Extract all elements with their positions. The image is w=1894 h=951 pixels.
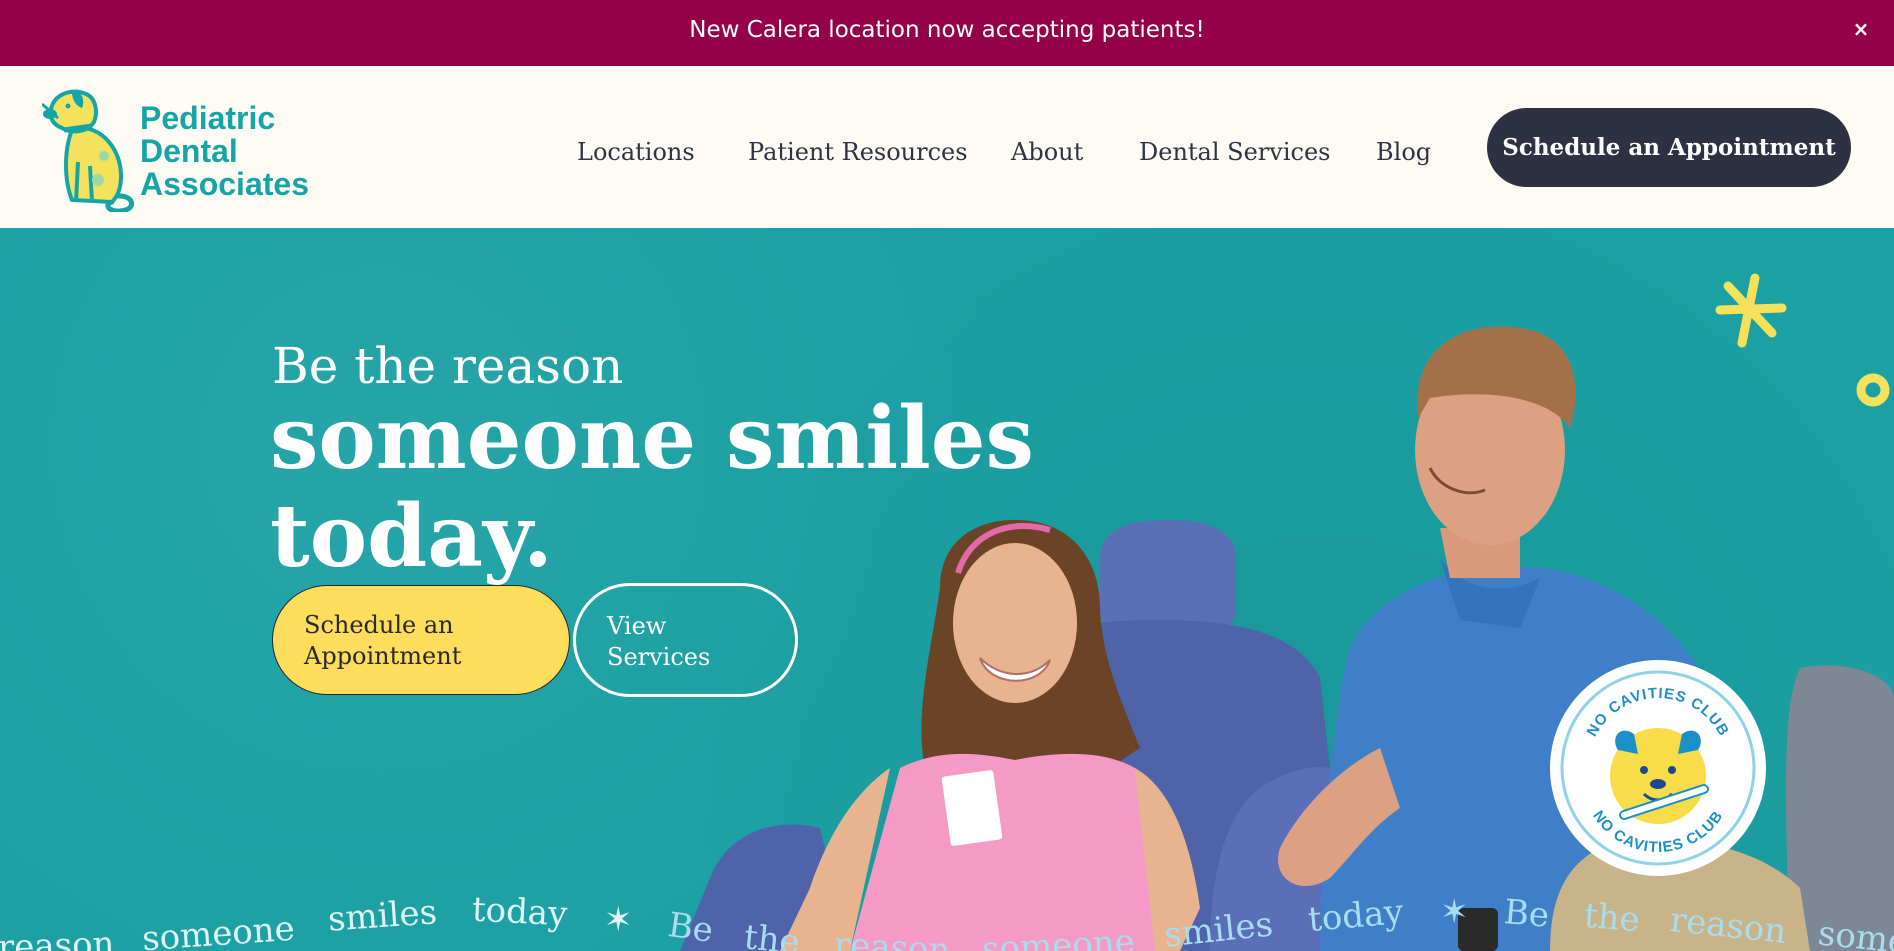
hero-headline: someone smiles today. [270,388,1034,587]
marquee-word: someone [981,922,1136,951]
no-cavities-club-badge: NO CAVITIES CLUB NO CAVITIES CLUB [1550,660,1766,876]
announcement-text: New Calera location now accepting patien… [689,17,1205,43]
marquee-word: smiles [1162,904,1275,951]
dog-logo-icon [42,89,134,212]
close-icon[interactable]: × [1846,14,1876,44]
marquee-word: today [1306,891,1405,941]
hero-marquee: reason someone smiles today ✶ Be the rea… [0,848,1894,951]
marquee-word: the [1582,895,1642,941]
marquee-word: the [742,917,802,951]
headline-line-2: today. [270,486,553,587]
logo-wordmark: Pediatric Dental Associates [140,102,309,201]
nav-item-about[interactable]: About [1011,132,1083,172]
logo-line-1: Pediatric [140,100,276,136]
marquee-word: reason [0,923,116,951]
hero-eyebrow: Be the reason [272,337,624,395]
hero-section: Be the reason someone smiles today. Sche… [0,228,1894,951]
nav-item-blog[interactable]: Blog [1376,132,1431,172]
view-services-button[interactable]: View Services [573,583,798,697]
marquee-word: reason [833,924,952,951]
marquee-word: ✶ [1440,892,1469,932]
primary-button-line-2: Appointment [304,642,462,670]
headline-line-1: someone smiles [270,388,1034,489]
schedule-appointment-button[interactable]: Schedule an Appointment [1487,108,1851,187]
logo-line-3: Associates [140,166,309,202]
marquee-word: Be [665,905,716,951]
ring-icon [1856,373,1890,407]
primary-button-line-1: Schedule an [304,611,454,639]
marquee-word: some [1816,913,1894,951]
secondary-button-line-2: Services [607,643,711,671]
secondary-button-line-1: View [607,612,667,640]
marquee-word: ✶ [604,900,633,940]
site-header: Pediatric Dental Associates Locations Pa… [0,66,1894,228]
marquee-word: smiles [326,892,439,940]
star-icon [1715,273,1787,348]
marquee-word: Be [1502,892,1551,936]
announcement-bar: New Calera location now accepting patien… [0,0,1894,66]
nav-item-patient-resources[interactable]: Patient Resources [748,132,968,172]
marquee-word: today [471,889,569,935]
marquee-word: someone [140,908,296,951]
nav-item-locations[interactable]: Locations [577,132,695,172]
logo-line-2: Dental [140,133,238,169]
nav-item-dental-services[interactable]: Dental Services [1139,132,1330,172]
marquee-word: reason [1668,900,1789,951]
schedule-appointment-hero-button[interactable]: Schedule an Appointment [272,585,570,695]
site-logo[interactable]: Pediatric Dental Associates [42,84,342,212]
